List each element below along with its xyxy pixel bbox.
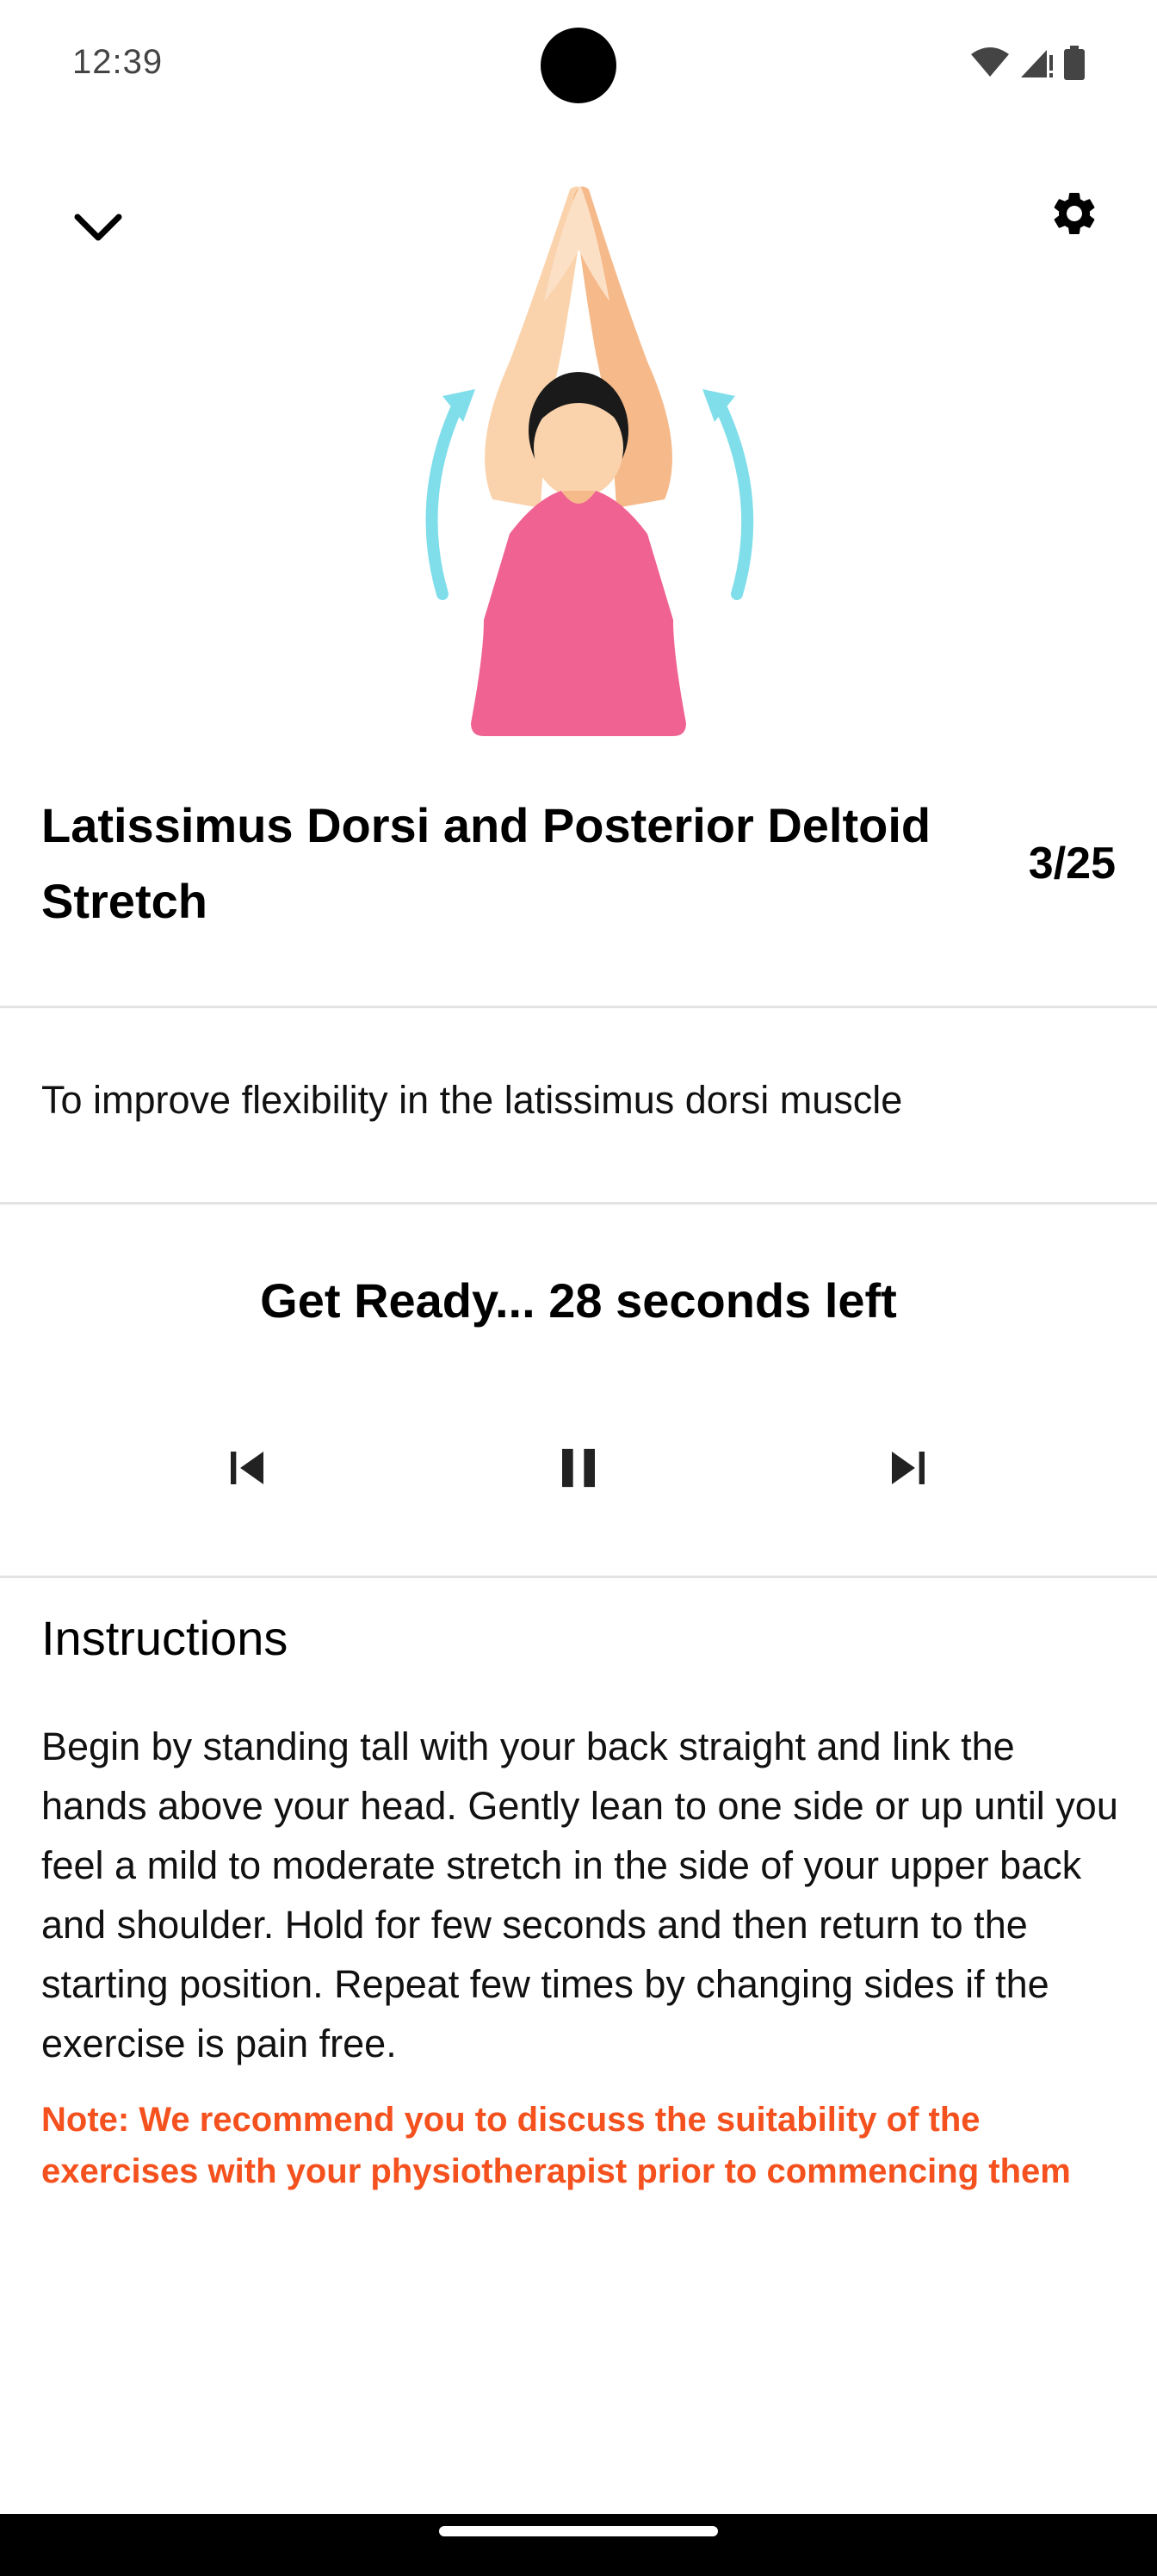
exercise-title: Latissimus Dorsi and Posterior Deltoid S… (41, 798, 931, 928)
camera-cutout (541, 28, 616, 103)
instructions-heading: Instructions (41, 1611, 288, 1665)
divider (0, 1576, 1157, 1578)
pause-icon (562, 1448, 595, 1488)
previous-exercise-button[interactable] (204, 1425, 290, 1511)
divider (0, 1006, 1157, 1008)
next-exercise-button[interactable] (865, 1425, 951, 1511)
divider (0, 1202, 1157, 1204)
exercise-header: Latissimus Dorsi and Posterior Deltoid S… (41, 788, 1116, 943)
motion-arrow-left (425, 399, 464, 600)
exercise-illustration (425, 185, 754, 736)
battery-icon (1064, 46, 1085, 80)
chevron-down-icon (74, 214, 122, 241)
status-time: 12:39 (72, 43, 164, 81)
wifi-icon (971, 47, 1009, 77)
skip-previous-icon (231, 1452, 263, 1484)
navigation-bar (0, 2514, 1157, 2576)
gear-icon (1054, 193, 1095, 234)
instructions-body: Begin by standing tall with your back st… (41, 1725, 1118, 2065)
collapse-button[interactable] (62, 191, 134, 263)
timer-status: Get Ready... 28 seconds left (260, 1273, 897, 1328)
motion-arrow-right (714, 399, 754, 600)
pause-button[interactable] (535, 1425, 622, 1511)
settings-button[interactable] (1038, 177, 1111, 250)
home-indicator[interactable] (439, 2526, 718, 2536)
status-bar: 12:39 (0, 0, 1157, 129)
signal-icon (1021, 50, 1053, 77)
exercise-counter: 3/25 (1028, 839, 1116, 889)
status-icons (971, 45, 1085, 81)
exercise-purpose: To improve flexibility in the latissimus… (41, 1078, 903, 1122)
safety-note: Note: We recommend you to discuss the su… (41, 2101, 1071, 2190)
exercise-screen: 12:39 Latissimus Dorsi and Posterior Del… (0, 0, 1157, 2576)
skip-next-icon (892, 1452, 925, 1484)
